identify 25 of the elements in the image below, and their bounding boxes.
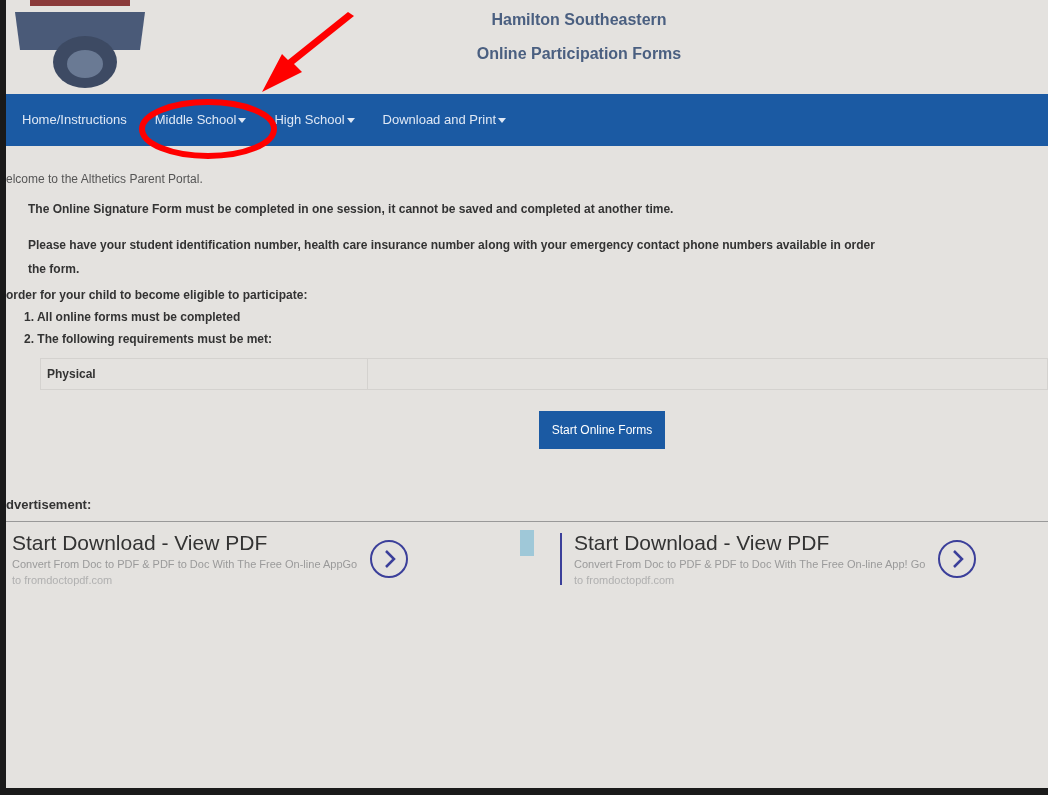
advertisement-heading: dvertisement: — [6, 496, 93, 514]
eligibility-heading: order for your child to become eligible to participate: — [6, 287, 309, 304]
start-forms-button[interactable]: Start Online Forms — [538, 411, 666, 449]
requirement-item: 2. The following requirements must be met: — [24, 331, 274, 348]
caret-icon — [238, 117, 247, 123]
chevron-right-icon[interactable] — [369, 539, 410, 580]
chevron-right-icon[interactable] — [937, 539, 978, 580]
ad-description: Convert From Doc to PDF & PDF to Doc With The Free On-line AppGo — [12, 556, 358, 572]
nav-menu-item[interactable]: Home/Instructions — [14, 94, 135, 146]
caret-icon — [498, 117, 506, 123]
ad-title-link[interactable]: Start Download - View PDF — [12, 529, 358, 556]
portal-title: Online Participation Forms — [476, 44, 682, 64]
caret-icon — [346, 117, 355, 123]
requirement-item: 1. All online forms must be completed — [24, 309, 242, 326]
portal-title: Hamilton Southeastern — [491, 10, 667, 30]
instruction-text: Please have your student identification number, health care insurance number along with your emergency contact phone numbers available in order — [28, 237, 876, 254]
nav-menu-item[interactable]: Middle School — [146, 94, 255, 146]
nav-menu-item[interactable]: High School — [266, 94, 363, 146]
ad-description: Convert From Doc to PDF & PDF to Doc With The Free On-line App! Go — [574, 556, 926, 572]
nav-menu-item[interactable]: Download and Print — [374, 94, 514, 146]
notice-text: The Online Signature Form must be completed in one session, it cannot be saved and completed at another time. — [27, 201, 675, 218]
ad-title-link[interactable]: Start Download - View PDF — [574, 529, 926, 556]
instruction-text: the form. — [28, 261, 81, 278]
welcome-text: elcome to the Althetics Parent Portal. — [6, 171, 204, 188]
table-cell: Physical — [41, 359, 368, 389]
